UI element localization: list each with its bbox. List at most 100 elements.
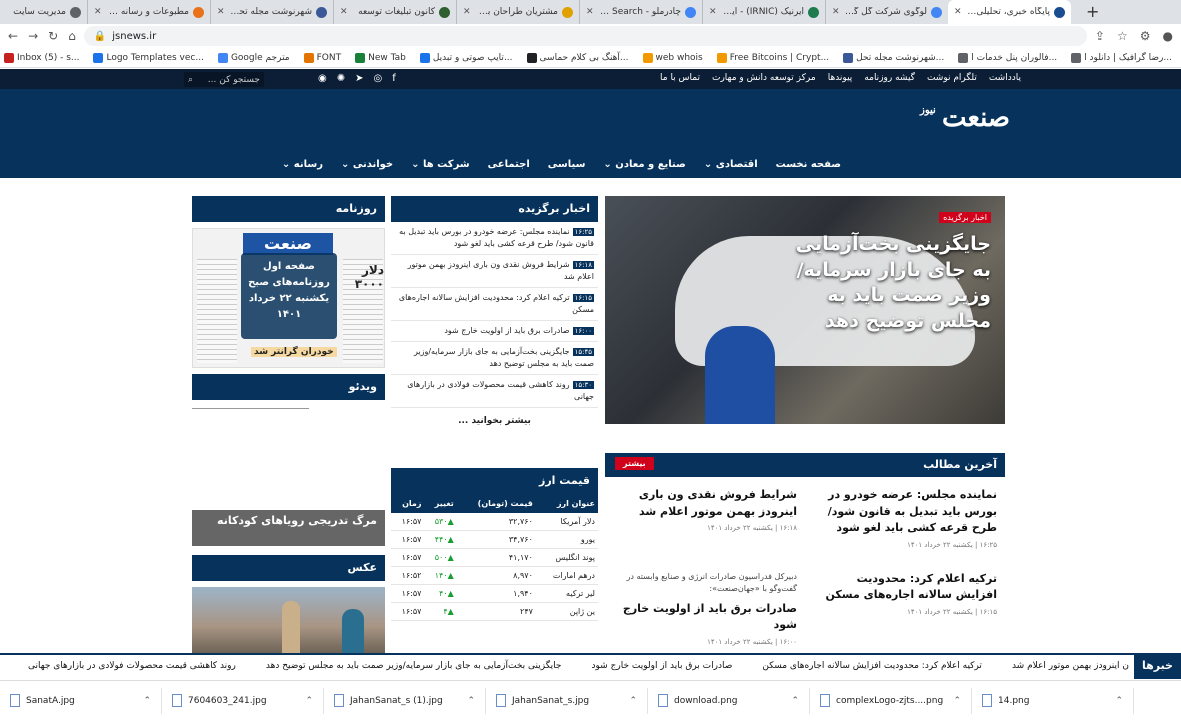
tab-close-icon[interactable]: ✕ — [340, 7, 348, 17]
top-link[interactable]: پیوندها — [828, 73, 853, 83]
nav-item[interactable]: اجتماعی — [488, 159, 530, 170]
chevron-up-icon[interactable]: ⌃ — [791, 696, 799, 706]
tab-close-icon[interactable]: ✕ — [94, 7, 102, 17]
ticker-item[interactable]: جایگزینی بخت‌آزمایی به جای بازار سرمایه/… — [266, 661, 562, 671]
nav-item[interactable]: رسانه ⌄ — [282, 159, 323, 170]
tab-close-icon[interactable]: ✕ — [463, 7, 471, 17]
browser-tab[interactable]: چادرملو - Google Search ✕ — [579, 0, 702, 24]
top-link[interactable]: تماس با ما — [660, 73, 700, 83]
facebook-icon[interactable]: f — [392, 73, 396, 84]
bookmark-item[interactable]: شهرنوشت مجله تحل... — [843, 52, 944, 63]
newspaper-cover-image[interactable]: صنعت دلار ۳۰۰۰ صفحه اول روزنامه‌های صبح … — [192, 228, 385, 368]
new-tab-button[interactable]: + — [1086, 2, 1099, 21]
bookmark-item[interactable]: Inbox (5) - s... — [4, 52, 79, 63]
featured-news-item[interactable]: ۱۵:۴۵جایگزینی بخت‌آزمایی به جای بازار سر… — [391, 342, 598, 375]
forward-icon[interactable]: → — [28, 29, 38, 43]
top-link[interactable]: گیشه روزنامه — [864, 73, 915, 83]
tab-close-icon[interactable]: ✕ — [954, 7, 962, 17]
top-link[interactable]: تلگرام نوشت — [927, 73, 977, 83]
extension-icon[interactable]: ⚙ — [1140, 29, 1151, 43]
latest-more-button[interactable]: بیشتر — [615, 457, 654, 470]
aparat-icon[interactable]: ✺ — [337, 73, 345, 84]
rss-icon[interactable]: ◉ — [318, 73, 327, 84]
download-item[interactable]: JahanSanat_s.jpg ⌃ — [486, 687, 648, 714]
ticker-item[interactable]: ن اینرودز بهمن موتور اعلام شد — [1012, 661, 1129, 671]
hero-feature[interactable]: اخبار برگزیده جایگزینی بخت‌آزمایی به جای… — [605, 196, 1005, 424]
bookmark-item[interactable]: رضا گرافیک | دانلود ا... — [1071, 52, 1172, 63]
nav-item[interactable]: خواندنی ⌄ — [341, 159, 393, 170]
browser-tab[interactable]: ایرنیک (IRNIC) - ایرنیک ✕ — [702, 0, 825, 24]
latest-item[interactable]: ترکیه اعلام کرد: محدودیت افزایش سالانه ا… — [813, 571, 998, 646]
nav-item[interactable]: شرکت ها ⌄ — [411, 159, 470, 170]
browser-tab[interactable]: مشتریان طراحان برتر | ✕ — [456, 0, 579, 24]
nav-item[interactable]: صنایع و معادن ⌄ — [603, 159, 685, 170]
nav-item[interactable]: اقتصادی ⌄ — [704, 159, 758, 170]
gray-feature-title[interactable]: مرگ تدریجی رویاهای کودکانه — [192, 510, 385, 546]
tab-close-icon[interactable]: ✕ — [217, 7, 225, 17]
browser-tab[interactable]: مدیریت سایت✕ — [0, 0, 87, 24]
featured-news-item[interactable]: ۱۶:۱۵ترکیه اعلام کرد: محدودیت افزایش سال… — [391, 288, 598, 321]
nav-item[interactable]: صفحه نخست — [776, 159, 841, 170]
tab-close-icon[interactable]: ✕ — [832, 7, 840, 17]
ticker-item[interactable]: ترکیه اعلام کرد: محدودیت افزایش سالانه ا… — [762, 661, 982, 671]
download-item[interactable]: SanatA.jpg ⌃ — [0, 687, 162, 714]
browser-tab[interactable]: مطبوعات و رسانه جهان ✕ — [87, 0, 210, 24]
featured-news-item[interactable]: ۱۶:۱۸شرایط فروش نقدی ون باری اینرودز بهم… — [391, 255, 598, 288]
bookmark-item[interactable]: New Tab — [355, 52, 406, 63]
hero-title[interactable]: جایگزینی بخت‌آزمایی به جای بازار سرمایه/… — [791, 232, 991, 335]
browser-tab[interactable]: کانون تبلیغات توسعه ✕ — [333, 0, 456, 24]
instagram-icon[interactable]: ◎ — [374, 73, 383, 84]
latest-item-title[interactable]: ترکیه اعلام کرد: محدودیت افزایش سالانه ا… — [813, 571, 998, 604]
ticker-item[interactable]: صادرات برق باید از اولویت خارج شود — [591, 661, 732, 671]
reload-icon[interactable]: ↻ — [48, 29, 58, 43]
browser-tab[interactable]: پایگاه خبری، تحلیلی و اط ✕ — [948, 0, 1071, 24]
tab-close-icon[interactable]: ✕ — [709, 7, 717, 17]
featured-news-item[interactable]: ۱۵:۳۰روند کاهشی قیمت محصولات فولادی در ب… — [391, 375, 598, 408]
back-icon[interactable]: ← — [8, 29, 18, 43]
latest-item[interactable]: دبیرکل فدراسیون صادرات انرژی و صنایع واب… — [613, 571, 797, 646]
chevron-up-icon[interactable]: ⌃ — [143, 696, 151, 706]
download-item[interactable]: 14.png ⌃ — [972, 687, 1134, 714]
browser-tab[interactable]: شهرنوشت مجله تحلیلی ✕ — [210, 0, 333, 24]
telegram-icon[interactable]: ➤ — [355, 73, 363, 84]
top-link[interactable]: یادداشت — [989, 73, 1021, 83]
site-logo[interactable]: صنعت نیوز — [920, 103, 1010, 139]
chevron-up-icon[interactable]: ⌃ — [1115, 696, 1123, 706]
chevron-up-icon[interactable]: ⌃ — [953, 696, 961, 706]
bookmark-item[interactable]: آهنگ بی کلام حماسی... — [526, 52, 629, 63]
download-item[interactable]: download.png ⌃ — [648, 687, 810, 714]
bookmark-item[interactable]: web whois — [642, 52, 703, 63]
latest-item[interactable]: نماینده مجلس: عرضه خودرو در بورس باید تب… — [813, 487, 997, 549]
latest-item[interactable]: شرایط فروش نقدی ون باری اینرودز بهمن موت… — [613, 487, 797, 549]
latest-item-title[interactable]: نماینده مجلس: عرضه خودرو در بورس باید تب… — [813, 487, 997, 537]
featured-news-item[interactable]: ۱۶:۲۵نماینده مجلس: عرضه خودرو در بورس با… — [391, 222, 598, 255]
bookmark-item[interactable]: Free Bitcoins | Crypt... — [716, 52, 829, 63]
bookmark-item[interactable]: Google مترجم — [217, 52, 290, 63]
tab-close-icon[interactable]: ✕ — [586, 7, 594, 17]
bookmark-item[interactable]: فالوران پنل خدمات ا... — [958, 52, 1057, 63]
nav-item[interactable]: سیاسی — [548, 159, 586, 170]
chevron-up-icon[interactable]: ⌃ — [629, 696, 637, 706]
bookmark-item[interactable]: FONT — [303, 52, 341, 63]
url-field[interactable]: 🔒 jsnews.ir — [83, 26, 1087, 46]
featured-news-item[interactable]: ۱۶:۰۰صادرات برق باید از اولویت خارج شود — [391, 321, 598, 342]
newspaper-overlay[interactable]: صفحه اول روزنامه‌های صبح یکشنبه ۲۲ خرداد… — [241, 253, 337, 339]
site-search-input[interactable]: جستجو کن ... ⌕ — [184, 72, 264, 87]
chevron-up-icon[interactable]: ⌃ — [467, 696, 475, 706]
latest-item-title[interactable]: شرایط فروش نقدی ون باری اینرودز بهمن موت… — [613, 487, 797, 520]
chevron-up-icon[interactable]: ⌃ — [305, 696, 313, 706]
browser-tab[interactable]: لوگوی شرکت گل گهر - ✕ — [825, 0, 948, 24]
download-item[interactable]: 7604603_241.jpg ⌃ — [162, 687, 324, 714]
bookmark-item[interactable]: Logo Templates vec... — [93, 52, 204, 63]
top-link[interactable]: مرکز توسعه دانش و مهارت — [712, 73, 816, 83]
bookmark-star-icon[interactable]: ☆ — [1117, 29, 1128, 43]
share-icon[interactable]: ⇪ — [1095, 29, 1105, 43]
search-icon[interactable]: ⌕ — [188, 75, 193, 85]
bookmark-item[interactable]: تایپ صوتی و تبدیل... — [419, 52, 513, 63]
photo-image[interactable] — [192, 587, 385, 653]
latest-item-title[interactable]: صادرات برق باید از اولویت خارج شود — [613, 601, 797, 634]
profile-icon[interactable]: ● — [1163, 29, 1173, 43]
download-item[interactable]: JahanSanat_s (1).jpg ⌃ — [324, 687, 486, 714]
ticker-item[interactable]: روند کاهشی قیمت محصولات فولادی در بازاره… — [28, 661, 236, 671]
download-item[interactable]: complexLogo-zjts....png ⌃ — [810, 687, 972, 714]
